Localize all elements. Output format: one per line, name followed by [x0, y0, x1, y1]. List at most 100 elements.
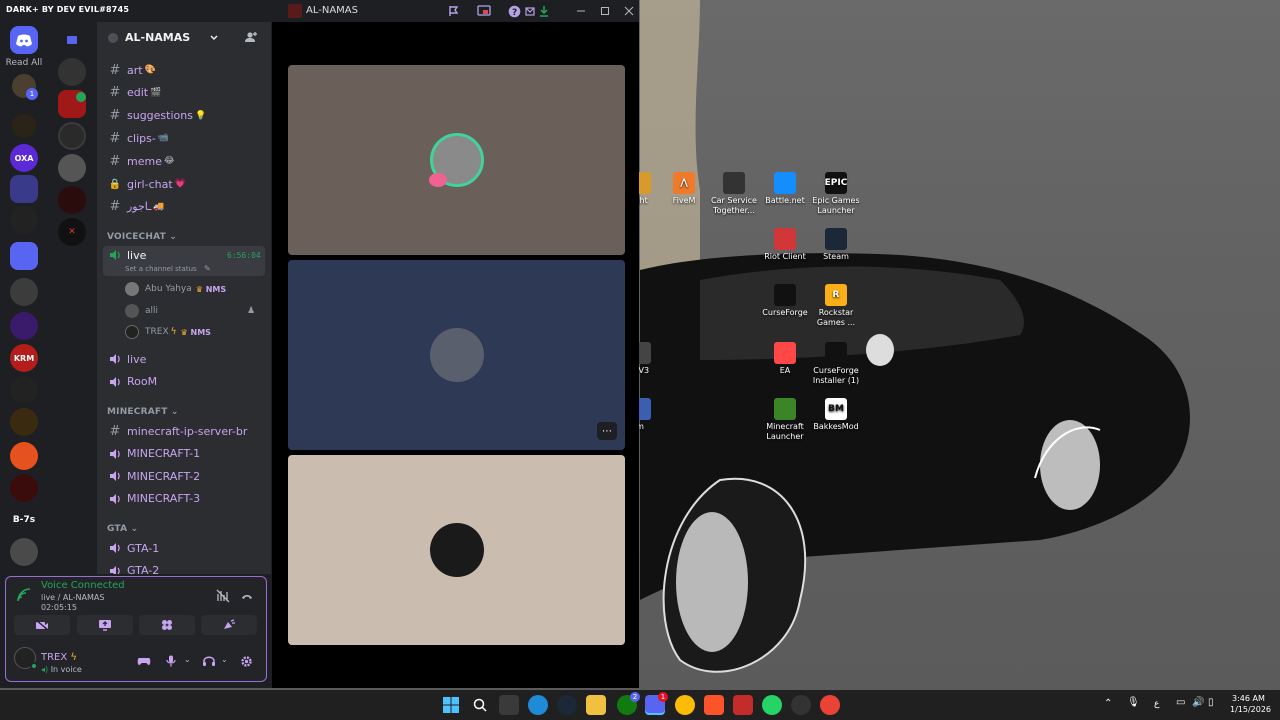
server-icon-krm[interactable]: KRM — [10, 344, 38, 372]
desktop-icon[interactable]: Car Service Together... — [706, 172, 762, 216]
maximize-button[interactable] — [597, 3, 613, 19]
task-view-button[interactable] — [499, 695, 519, 715]
server-icon-oxa[interactable]: OXA — [10, 144, 38, 172]
chrome-profile-taskbar-icon[interactable] — [820, 695, 840, 715]
desktop-icon[interactable]: R Rockstar Games ... — [808, 284, 864, 328]
desktop-icon[interactable]: CurseForge Installer (1) — [808, 342, 864, 386]
activities-button[interactable] — [139, 615, 195, 635]
chevron-down-icon[interactable]: ⌄ — [184, 655, 191, 664]
download-icon[interactable] — [536, 3, 552, 19]
server-icon-12[interactable] — [10, 474, 38, 502]
noise-suppression-icon[interactable] — [216, 589, 230, 603]
category-minecraft[interactable]: MINECRAFT ⌄ — [107, 407, 179, 417]
video-tile[interactable] — [288, 455, 625, 645]
chrome-taskbar-icon[interactable] — [675, 695, 695, 715]
signal-icon[interactable] — [16, 587, 32, 603]
server-icon-11[interactable] — [10, 442, 38, 470]
close-button[interactable] — [621, 3, 637, 19]
camera-button[interactable] — [14, 615, 70, 635]
search-button[interactable] — [470, 695, 490, 715]
desktop-icon[interactable]: Riot Client — [757, 228, 813, 262]
channel-4[interactable]: # clips- 📹 — [103, 128, 265, 148]
voice-channel-minecraft-3[interactable]: MINECRAFT-3 — [103, 489, 265, 509]
invite-icon[interactable] — [244, 30, 258, 44]
whatsapp-taskbar-icon[interactable] — [762, 695, 782, 715]
obs-taskbar-icon[interactable] — [791, 695, 811, 715]
server-icon-6[interactable] — [10, 278, 38, 306]
voice-member[interactable]: Abu Yahya ♛ NMS — [125, 280, 226, 298]
voice-member[interactable]: TREX ϟ ♛ NMS — [125, 323, 211, 341]
channel-2[interactable]: # edit 🎬 — [103, 83, 265, 103]
clock-time[interactable]: 3:46 AM — [1232, 694, 1265, 703]
brave-taskbar-icon[interactable] — [704, 695, 724, 715]
server-folder-icon[interactable] — [10, 242, 38, 270]
desktop-icon[interactable]: Steam — [808, 228, 864, 262]
folder-icon[interactable] — [58, 26, 86, 54]
voice-channel-live[interactable]: live — [103, 349, 265, 369]
voice-member[interactable]: alli ♟ — [125, 302, 255, 320]
server-icon-14[interactable] — [10, 538, 38, 566]
desktop-icon[interactable]: Minecraft Launcher — [757, 398, 813, 442]
read-all-button[interactable]: Read All — [4, 58, 44, 68]
channel-7[interactable]: # ـاجور 🚚 — [103, 197, 265, 217]
desktop-icon[interactable]: Battle.net — [757, 172, 813, 206]
folder-server-6[interactable]: ✕ — [58, 218, 86, 246]
voice-channel-live-active[interactable]: live 6:56:04 Set a channel status ✎ — [103, 246, 265, 276]
screen-share-icon[interactable] — [476, 3, 492, 19]
desktop-icon[interactable]: BM BakkesMod — [808, 398, 864, 432]
folder-server-1[interactable] — [58, 58, 86, 86]
tray-microphone-icon[interactable]: 🎙 — [1127, 697, 1140, 708]
voice-channel-gta-2[interactable]: GTA-2 — [103, 561, 265, 574]
channel-status-hint[interactable]: Set a channel status — [125, 265, 197, 273]
server-icon-b7s[interactable]: B-7s — [10, 506, 38, 534]
channel-3[interactable]: # suggestions 💡 — [103, 106, 265, 126]
headphones-icon[interactable] — [202, 655, 216, 667]
chevron-down-icon[interactable]: ⌄ — [221, 655, 228, 664]
desktop-icon[interactable]: CurseForge — [757, 284, 813, 318]
clock-date[interactable]: 1/15/2026 — [1230, 705, 1271, 714]
settings-gear-icon[interactable] — [240, 655, 253, 668]
server-icon-5[interactable] — [10, 206, 38, 234]
discord-home-button[interactable] — [10, 26, 38, 54]
server-icon-2[interactable] — [12, 114, 36, 138]
user-name[interactable]: TREX ϟ — [41, 652, 77, 663]
start-button[interactable] — [441, 695, 461, 715]
edge-taskbar-icon[interactable] — [528, 695, 548, 715]
voice-channel-minecraft-1[interactable]: MINECRAFT-1 — [103, 444, 265, 464]
soundboard-button[interactable] — [201, 615, 257, 635]
server-icon-9[interactable] — [10, 376, 38, 404]
gamepad-icon[interactable] — [137, 655, 151, 667]
file-explorer-icon[interactable] — [586, 695, 606, 715]
more-options-button[interactable]: ⋯ — [597, 422, 617, 440]
microphone-icon[interactable] — [166, 655, 176, 667]
channel-5[interactable]: # meme 😂 — [103, 151, 265, 171]
tray-chevron-up-icon[interactable]: ⌃ — [1104, 698, 1112, 709]
pin-icon[interactable] — [446, 3, 462, 19]
desktop-icon[interactable]: EA — [757, 342, 813, 376]
disconnect-icon[interactable] — [240, 589, 254, 603]
voice-channel-room[interactable]: RooM — [103, 372, 265, 392]
help-icon[interactable]: ? — [506, 3, 522, 19]
network-icon[interactable]: ▭ — [1176, 697, 1185, 708]
voice-channel-gta-1[interactable]: GTA-1 — [103, 538, 265, 558]
server-icon-4[interactable] — [10, 175, 38, 203]
input-method-indicator[interactable]: ع — [1154, 699, 1159, 709]
battery-icon[interactable]: ▯ — [1208, 697, 1214, 708]
volume-icon[interactable]: 🔊 — [1192, 697, 1204, 708]
desktop-icon[interactable]: ⋀ FiveM — [656, 172, 712, 206]
voicemod-taskbar-icon[interactable] — [733, 695, 753, 715]
steam-taskbar-icon[interactable] — [557, 695, 577, 715]
server-icon-10[interactable] — [10, 408, 38, 436]
desktop-icon[interactable]: EPIC Epic Games Launcher — [808, 172, 864, 216]
category-voicechat[interactable]: VOICECHAT ⌄ — [107, 232, 177, 242]
minimize-button[interactable] — [573, 3, 589, 19]
voice-channel-minecraft-2[interactable]: MINECRAFT-2 — [103, 466, 265, 486]
voice-status[interactable]: Voice Connected — [41, 580, 125, 591]
channel-minecraft-ip[interactable]: # minecraft-ip-server-br — [103, 421, 265, 441]
video-tile[interactable] — [288, 65, 625, 255]
video-tile[interactable]: ⋯ — [288, 260, 625, 450]
category-gta[interactable]: GTA ⌄ — [107, 524, 138, 534]
channel-6[interactable]: 🔒 girl-chat 💗 — [103, 174, 265, 194]
screen-share-button[interactable] — [77, 615, 133, 635]
folder-server-5[interactable] — [58, 186, 86, 214]
